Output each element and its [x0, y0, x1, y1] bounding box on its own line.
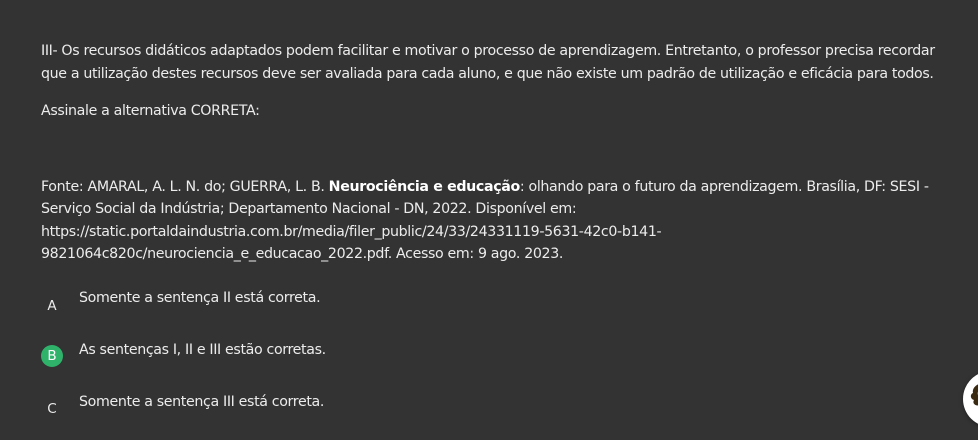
assistant-floating-button[interactable] — [963, 371, 978, 427]
option-c[interactable]: C Somente a sentença III está correta. — [41, 391, 921, 431]
source-citation: Fonte: AMARAL, A. L. N. do; GUERRA, L. B… — [41, 176, 961, 266]
option-letter-b-correct-badge: B — [41, 345, 63, 367]
source-prefix: Fonte: AMARAL, A. L. N. do; GUERRA, L. B… — [41, 178, 329, 195]
option-a[interactable]: A Somente a sentença II está correta. — [41, 287, 921, 327]
question-body: III- Os recursos didáticos adaptados pod… — [41, 40, 961, 266]
statement-iii: III- Os recursos didáticos adaptados pod… — [41, 43, 935, 82]
option-text-c: Somente a sentença III está correta. — [79, 394, 325, 410]
option-text-a: Somente a sentença II está correta. — [79, 290, 321, 306]
option-b[interactable]: B As sentenças I, II e III estão correta… — [41, 339, 921, 379]
source-book-title: Neurociência e educação — [328, 178, 521, 195]
option-letter-a: A — [47, 298, 57, 314]
assistant-mascot-icon — [970, 384, 978, 406]
question-prompt: Assinale a alternativa CORRETA: — [41, 103, 260, 119]
option-letter-c: C — [47, 401, 57, 417]
option-text-b: As sentenças I, II e III estão corretas. — [79, 342, 326, 358]
